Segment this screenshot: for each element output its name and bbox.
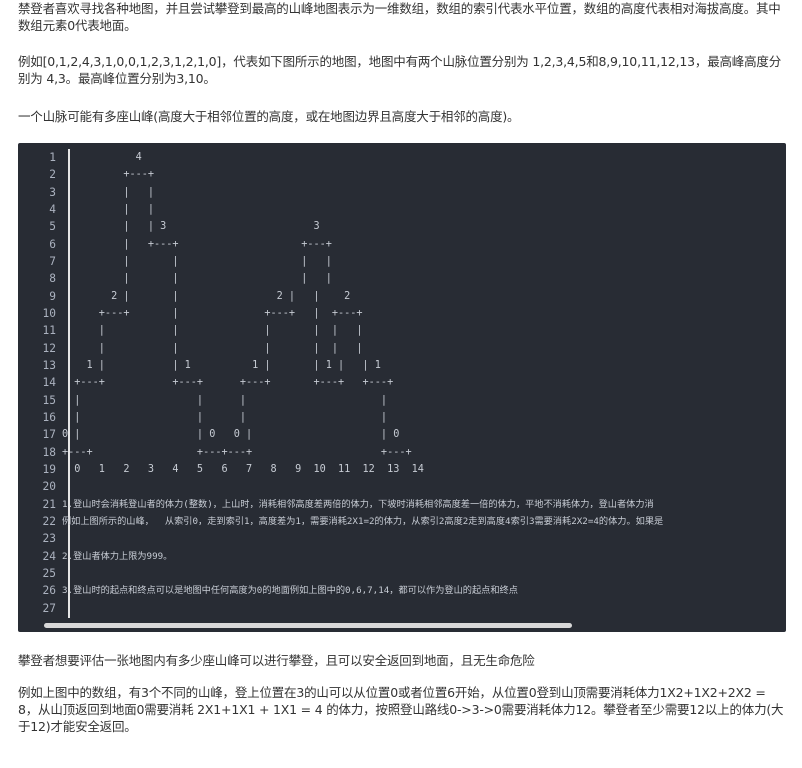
line-number: 2 (49, 168, 56, 182)
code-line: 1.登山时会消耗登山者的体力(整数)，上山时，消耗相邻高度差两倍的体力，下坡时消… (62, 498, 654, 510)
line-number-gutter: 1 2 3 4 5 6 7 8 9 10 11 12 13 14 15 16 17 18 19 20 21 22 23 24 2… (18, 149, 56, 617)
line-number: 21 (42, 497, 56, 511)
line-number: 22 (42, 514, 56, 528)
code-line: | | | | (62, 411, 388, 423)
line-number: 12 (42, 341, 56, 355)
code-content: 4 +---+ | | | | | | 3 3 | +---+ +---+ | … (62, 149, 786, 617)
code-line: 0 1 2 3 4 5 6 7 8 9 10 11 12 13 14 (62, 463, 424, 475)
code-line: +---+ | +---+ | +---+ (62, 307, 363, 319)
intro-paragraph-1: 禁登者喜欢寻找各种地图，并且尝试攀登到最高的山峰地图表示为一维数组，数组的索引代… (18, 1, 781, 33)
code-line: 2.登山者体力上限为999。 (62, 550, 173, 562)
code-line: 3.登山时的起点和终点可以是地图中任何高度为0的地面例如上图中的0,6,7,14… (62, 585, 518, 597)
line-number: 1 (49, 151, 56, 164)
code-line: | | (62, 203, 155, 215)
code-line: | | | | | | (62, 325, 363, 337)
line-number: 23 (42, 532, 56, 546)
code-line: | | | | | | (62, 342, 363, 354)
line-number: 27 (42, 601, 56, 615)
code-line: +---+ +---+ +---+ +---+ +---+ (62, 377, 394, 389)
code-line: 0 | | 0 0 | | 0 (62, 429, 400, 441)
line-number: 24 (42, 549, 56, 563)
line-number: 6 (49, 237, 56, 251)
line-number: 16 (42, 410, 56, 424)
outro-paragraph-2: 例如上图中的数组，有3个不同的山峰，登上位置在3的山可以从位置0或者位置6开始，… (18, 685, 784, 734)
code-line: | | (62, 186, 155, 198)
line-number: 10 (42, 306, 56, 320)
line-number: 14 (42, 376, 56, 390)
intro-paragraph-2: 例如[0,1,2,4,3,1,0,0,1,2,3,1,2,1,0]，代表如下图所… (18, 54, 782, 86)
line-number: 18 (42, 445, 56, 459)
code-block: 1 2 3 4 5 6 7 8 9 10 11 12 13 14 15 16 17 18 19 20 21 22 23 24 2… (18, 143, 786, 632)
code-line: | | | | (62, 394, 388, 406)
intro-paragraph-3: 一个山脉可能有多座山峰(高度大于相邻位置的高度，或在地图边界且高度大于相邻的高度… (18, 109, 520, 124)
line-number: 20 (42, 480, 56, 494)
code-line: | +---+ +---+ (62, 238, 332, 250)
code-line: | | | | (62, 255, 332, 267)
line-number: 25 (42, 566, 56, 580)
code-line: +---+ (62, 169, 155, 181)
line-number: 5 (49, 220, 56, 234)
line-number: 11 (42, 324, 56, 338)
line-number: 15 (42, 393, 56, 407)
code-line: | | 3 3 (62, 221, 320, 233)
line-number: 7 (49, 254, 56, 268)
line-number: 17 (42, 428, 56, 442)
line-number: 4 (49, 202, 56, 216)
code-line: 4 (62, 152, 142, 163)
line-number: 26 (42, 584, 56, 598)
line-number: 13 (42, 358, 56, 372)
outro-paragraph-1: 攀登者想要评估一张地图内有多少座山峰可以进行攀登，且可以安全返回到地面，且无生命… (18, 653, 535, 668)
line-number: 8 (49, 272, 56, 286)
code-line: | | | | (62, 273, 332, 285)
line-number: 9 (49, 289, 56, 303)
code-line: 1 | | 1 1 | | 1 | | 1 (62, 359, 381, 371)
line-number: 3 (49, 185, 56, 199)
code-line: 2 | | 2 | | 2 (62, 290, 351, 302)
line-number: 19 (42, 462, 56, 476)
code-line: +---+ +---+---+ +---+ (62, 446, 412, 458)
code-line: 例如上图所示的山峰， 从索引0，走到索引1，高度差为1，需要消耗2X1=2的体力… (62, 515, 664, 527)
horizontal-scrollbar[interactable] (44, 623, 572, 628)
